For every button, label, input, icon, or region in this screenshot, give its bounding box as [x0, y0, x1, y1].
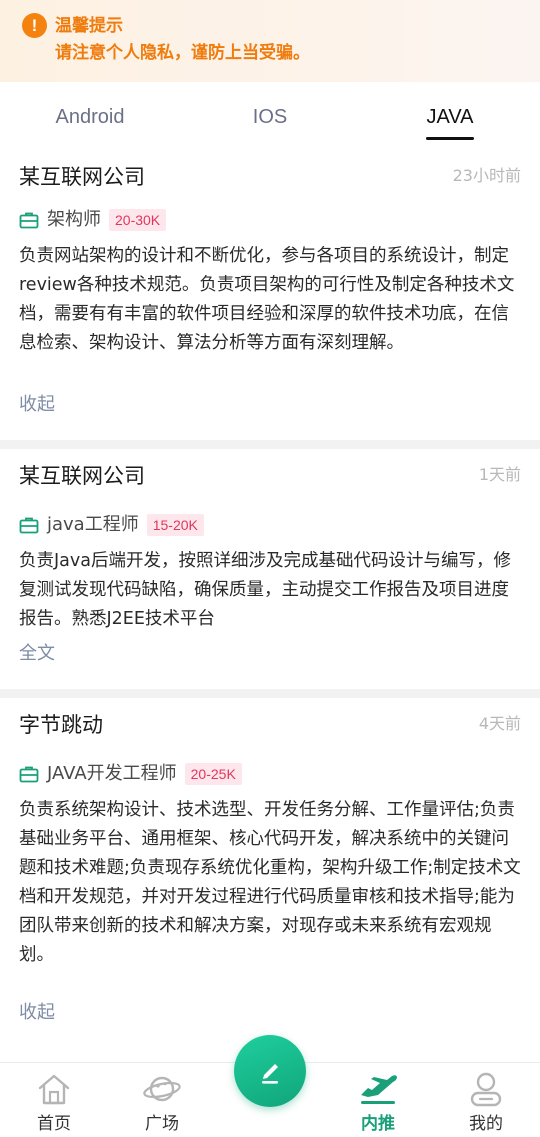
- pencil-icon: [254, 1055, 286, 1087]
- position-row: JAVA开发工程师 20-25K: [19, 761, 242, 787]
- company-name: 字节跳动: [19, 713, 103, 737]
- tab-android[interactable]: Android: [40, 104, 140, 130]
- compose-button[interactable]: [234, 1035, 306, 1107]
- privacy-warning-banner: ! 温馨提示 请注意个人隐私，谨防上当受骗。: [0, 0, 540, 82]
- job-card[interactable]: 某互联网公司 1天前 java工程师 15-20K 负责Java后端开发，按照详…: [0, 449, 540, 689]
- collapse-link[interactable]: 收起: [19, 1001, 55, 1025]
- position-row: 架构师 20-30K: [19, 207, 167, 233]
- post-time: 4天前: [478, 714, 521, 733]
- home-icon: [34, 1069, 74, 1109]
- collapse-link[interactable]: 收起: [19, 393, 55, 417]
- job-card[interactable]: 某互联网公司 23小时前 架构师 20-30K 负责网站架构的设计和不断优化，参…: [0, 150, 540, 440]
- airplane-icon: [358, 1069, 398, 1109]
- exclamation-circle-icon: !: [22, 13, 47, 38]
- tab-java[interactable]: JAVA: [400, 104, 500, 130]
- position-title: 架构师: [47, 209, 101, 230]
- salary-badge: 20-30K: [109, 209, 167, 231]
- category-tabs: Android IOS JAVA: [0, 82, 540, 150]
- expand-link[interactable]: 全文: [19, 642, 55, 666]
- nav-profile[interactable]: 我的: [446, 1063, 526, 1137]
- position-title: java工程师: [47, 514, 139, 535]
- nav-label: 广场: [145, 1114, 179, 1134]
- post-time: 23小时前: [452, 166, 521, 185]
- nav-square[interactable]: 广场: [122, 1063, 202, 1137]
- job-card[interactable]: 字节跳动 4天前 JAVA开发工程师 20-25K 负责系统架构设计、技术选型、…: [0, 698, 540, 1048]
- nav-referral[interactable]: 内推: [338, 1063, 418, 1137]
- nav-label: 我的: [469, 1114, 503, 1134]
- company-name: 某互联网公司: [19, 464, 145, 488]
- nav-label: 内推: [361, 1114, 395, 1134]
- job-description: 负责系统架构设计、技术选型、开发任务分解、工作量评估;负责基础业务平台、通用框架…: [19, 800, 521, 965]
- position-row: java工程师 15-20K: [19, 512, 204, 538]
- salary-badge: 15-20K: [146, 514, 204, 536]
- job-description: 负责网站架构的设计和不断优化，参与各项目的系统设计，制定review各种技术规范…: [19, 246, 515, 353]
- divider: [0, 440, 540, 449]
- briefcase-icon: [19, 516, 39, 534]
- active-tab-indicator: [426, 137, 474, 140]
- nav-home[interactable]: 首页: [14, 1063, 94, 1137]
- position-title: JAVA开发工程师: [47, 763, 177, 784]
- company-name: 某互联网公司: [19, 165, 145, 189]
- divider: [0, 689, 540, 698]
- salary-badge: 20-25K: [184, 763, 242, 785]
- banner-message: 请注意个人隐私，谨防上当受骗。: [55, 43, 310, 63]
- banner-title: 温馨提示: [55, 16, 123, 36]
- tab-ios[interactable]: IOS: [220, 104, 320, 130]
- briefcase-icon: [19, 211, 39, 229]
- user-icon: [466, 1069, 506, 1109]
- briefcase-icon: [19, 765, 39, 783]
- planet-icon: [142, 1069, 182, 1109]
- page: ! 温馨提示 请注意个人隐私，谨防上当受骗。 Android IOS JAVA …: [0, 0, 540, 1137]
- post-time: 1天前: [478, 465, 521, 484]
- job-description: 负责Java后端开发，按照详细涉及完成基础代码设计与编写，修复测试发现代码缺陷，…: [19, 551, 511, 629]
- nav-label: 首页: [37, 1114, 71, 1134]
